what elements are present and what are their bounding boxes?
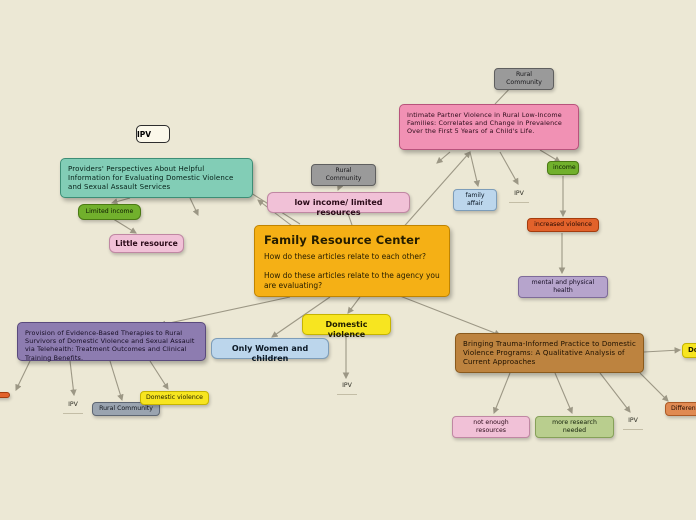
tag-node-ipv-box[interactable]: IPV [136, 125, 170, 143]
tag-node-low-income-limited-resources[interactable]: low income/ limited resources [267, 192, 410, 217]
tag-node-income[interactable]: income [547, 161, 579, 175]
mind-map-canvas[interactable]: Family Resource Center How do these arti… [0, 0, 696, 520]
tag-node-different-things-right-clipped[interactable]: Different t [665, 402, 696, 416]
tag-node-family-affair[interactable]: family affair [453, 189, 497, 211]
tag-node-more-research-needed[interactable]: more research needed [535, 416, 614, 438]
central-node-family-resource-center[interactable]: Family Resource Center How do these arti… [254, 225, 450, 297]
article-node-telehealth-therapies[interactable]: Provision of Evidence-Based Therapies to… [17, 322, 206, 362]
tag-node-increased-violence[interactable]: increased violence [527, 218, 599, 232]
tag-node-rural-community-middle[interactable]: Rural Community [311, 164, 376, 186]
tag-node-domestic-violence-bottom-left[interactable]: Domestic violence [140, 391, 209, 405]
central-node-title: Family Resource Center [264, 233, 420, 247]
tag-node-little-resource[interactable]: Little resource [109, 234, 184, 253]
article-node-ipv-rural-low-income-families[interactable]: Intimate Partner Violence in Rural Low-I… [399, 104, 579, 150]
tag-node-domestic-violence-center[interactable]: Domestic violence [302, 314, 391, 339]
tag-node-not-enough-resources[interactable]: not enough resources [452, 416, 530, 438]
tag-node-clipped-left-edge[interactable] [0, 392, 10, 398]
tag-node-ipv-plain-b[interactable]: IPV [337, 382, 357, 395]
tag-node-ipv-plain-c[interactable]: IPV [63, 401, 83, 414]
tag-node-ipv-plain-a[interactable]: IPV [509, 190, 529, 203]
tag-node-mental-and-physical-health[interactable]: mental and physical health [518, 276, 608, 298]
tag-node-only-women-and-children[interactable]: Only Women and children [211, 338, 329, 363]
central-node-question-2: How do these articles relate to the agen… [264, 271, 440, 290]
tag-node-rural-community-top[interactable]: Rural Community [494, 68, 554, 90]
central-node-question-1: How do these articles relate to each oth… [264, 251, 427, 261]
tag-node-limited-income[interactable]: Limited income [78, 204, 141, 220]
tag-node-ipv-plain-d[interactable]: IPV [623, 417, 643, 430]
tag-node-domestic-violence-right-clipped[interactable]: Do [682, 343, 696, 358]
article-node-trauma-informed-practice[interactable]: Bringing Trauma-Informed Practice to Dom… [455, 333, 644, 373]
article-node-providers-perspectives[interactable]: Providers' Perspectives About Helpful In… [60, 158, 253, 198]
